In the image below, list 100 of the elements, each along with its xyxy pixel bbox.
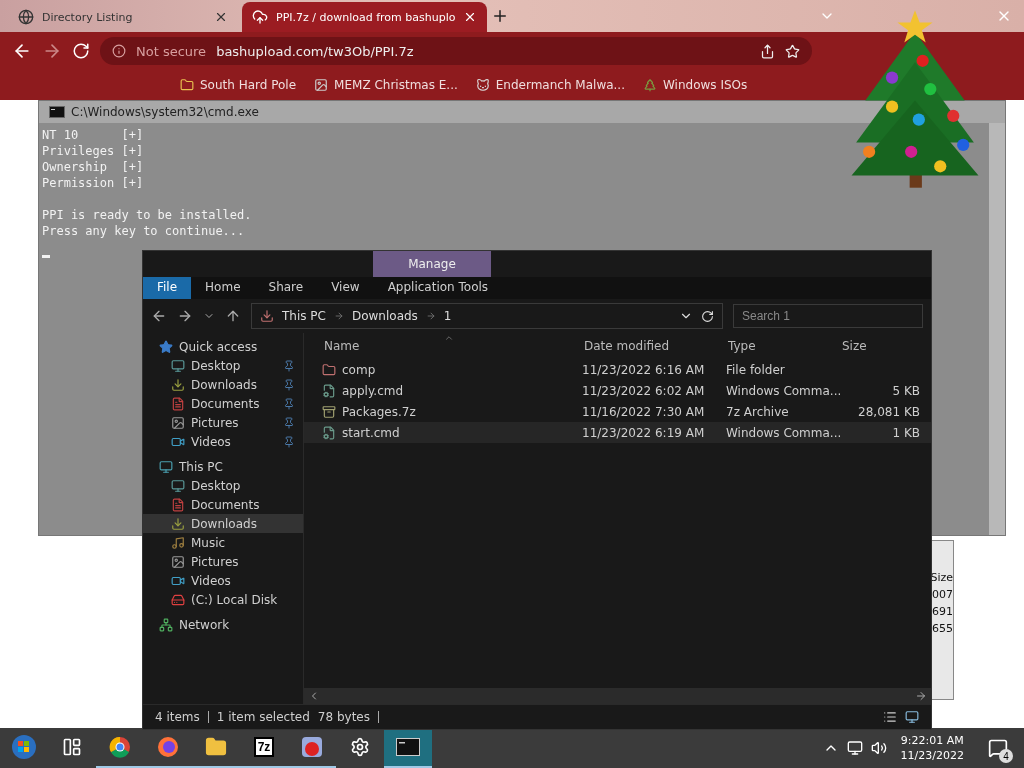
settings-icon — [350, 737, 370, 757]
console-line: Permission [+] — [42, 175, 145, 191]
nav-item[interactable]: Network — [143, 615, 303, 634]
forward-icon[interactable] — [177, 308, 193, 324]
table-cell: Windows Comma... — [726, 425, 840, 440]
gear-file-icon — [322, 425, 336, 440]
network-icon[interactable] — [846, 740, 863, 756]
taskbar-app-button[interactable]: 7z — [240, 728, 288, 768]
table-cell: 007 — [932, 588, 953, 601]
file-row[interactable]: start.cmd 11/23/2022 6:19 AM Windows Comma... 1 KB — [304, 422, 931, 443]
nav-item[interactable]: Downloads — [143, 514, 303, 533]
file-row[interactable]: comp 11/23/2022 6:16 AM File folder — [304, 359, 931, 380]
breadcrumb-item[interactable]: 1 — [443, 309, 452, 323]
address-field[interactable]: This PC Downloads 1 — [251, 303, 723, 329]
close-icon[interactable] — [214, 10, 228, 24]
ribbon-tab[interactable]: Home — [191, 277, 255, 299]
table-cell: Windows Comma... — [726, 383, 840, 398]
column-header[interactable]: Name — [322, 339, 582, 353]
bookmark-link[interactable]: Endermanch Malwa... — [475, 78, 625, 92]
table-cell: start.cmd — [322, 425, 582, 440]
table-cell-text: 28,081 KB — [857, 404, 921, 419]
nav-item[interactable]: Music — [143, 533, 303, 552]
nav-item[interactable]: Quick access — [143, 337, 303, 356]
breadcrumb-item[interactable]: This PC — [282, 309, 326, 323]
share-icon[interactable] — [760, 43, 775, 59]
nav-item[interactable]: This PC — [143, 457, 303, 476]
scroll-bar[interactable] — [989, 123, 1005, 535]
file-row[interactable]: Packages.7z 11/16/2022 7:30 AM 7z Archive 28,081 KB — [304, 401, 931, 422]
table-cell: 691 — [932, 605, 953, 618]
column-header[interactable]: Type — [726, 339, 840, 353]
search-field[interactable]: Search 1 — [733, 304, 923, 328]
nav-item[interactable]: Pictures — [143, 552, 303, 571]
up-icon[interactable] — [225, 308, 241, 324]
bookmark-link[interactable]: Windows ISOs — [643, 78, 748, 92]
nav-item[interactable]: Desktop — [143, 476, 303, 495]
nav-item[interactable]: Documents — [143, 394, 303, 413]
image-icon — [171, 554, 185, 569]
tiles-view-icon[interactable] — [905, 710, 919, 724]
back-icon[interactable] — [151, 308, 167, 324]
clock[interactable]: 9:22:01 AM 11/23/2022 — [894, 733, 970, 763]
console-line: NT 10 [+] — [42, 127, 145, 143]
context-tab[interactable]: Manage — [373, 251, 491, 277]
column-header: Size — [930, 571, 953, 584]
console-line: Privileges [+] — [42, 143, 145, 159]
cloud-upload-icon — [252, 9, 268, 25]
pin-icon — [283, 416, 295, 429]
download-icon — [171, 377, 185, 392]
horizontal-scroll-bar[interactable] — [304, 688, 931, 704]
message-icon — [988, 738, 1008, 758]
windows-logo-icon — [11, 734, 37, 760]
separator-icon — [333, 311, 344, 321]
browser-tab[interactable]: Directory Listing — [8, 2, 238, 32]
bookmark-link[interactable]: MEMZ Christmas E... — [314, 78, 458, 92]
text-cursor — [42, 255, 50, 258]
music-icon — [171, 535, 185, 550]
nav-item[interactable]: Documents — [143, 495, 303, 514]
nav-item[interactable]: (C:) Local Disk — [143, 590, 303, 609]
breadcrumb-item[interactable]: Downloads — [351, 309, 418, 323]
table-cell-text: 1 KB — [891, 425, 921, 440]
table-cell-text: 11/23/2022 6:19 AM — [582, 425, 706, 440]
table-cell-text: 7z Archive — [726, 404, 790, 419]
table-cell: comp — [322, 362, 582, 377]
nav-item[interactable]: Pictures — [143, 413, 303, 432]
table-cell: 655 — [932, 622, 953, 635]
file-row[interactable]: apply.cmd 11/23/2022 6:02 AM Windows Comma... 5 KB — [304, 380, 931, 401]
nav-item[interactable]: Downloads — [143, 375, 303, 394]
image-icon — [314, 78, 329, 92]
refresh-icon[interactable] — [701, 309, 714, 323]
bookmark-star-icon[interactable] — [785, 43, 800, 59]
ribbon-tab[interactable]: View — [317, 277, 374, 299]
ribbon-tab[interactable]: File — [143, 277, 192, 299]
bookmark-link[interactable]: South Hard Pole — [180, 78, 297, 92]
download-icon — [171, 516, 185, 531]
console-line: PPI is ready to be installed. — [42, 207, 253, 223]
address-bar[interactable]: Not secure bashupload.com/tw3Ob/PPI.7z — [100, 37, 812, 65]
ribbon-tab[interactable]: Share — [254, 277, 318, 299]
column-header[interactable]: Size — [840, 339, 926, 353]
globe-icon — [18, 9, 34, 25]
ribbon-tab[interactable]: Application Tools — [373, 277, 503, 299]
info-icon — [112, 44, 126, 58]
pin-icon — [283, 397, 295, 410]
nav-item[interactable]: Desktop — [143, 356, 303, 375]
browser-tab[interactable]: PPI.7z / download from bashuplo — [242, 2, 488, 32]
notifications-button[interactable]: 4 — [978, 730, 1018, 766]
folder-icon — [322, 362, 336, 377]
status-text: 78 bytes — [317, 710, 370, 724]
column-header[interactable]: Date modified — [582, 339, 726, 353]
url-text: bashupload.com/tw3Ob/PPI.7z — [216, 43, 414, 59]
scroll-right-icon[interactable] — [915, 690, 927, 702]
nav-item[interactable]: Videos — [143, 432, 303, 451]
pin-icon — [283, 378, 295, 391]
folder-icon — [205, 736, 227, 758]
details-view-icon[interactable] — [883, 710, 897, 724]
taskbar-app-button[interactable] — [384, 728, 432, 768]
volume-icon[interactable] — [870, 740, 887, 756]
security-label: Not secure — [136, 43, 207, 59]
reload-icon[interactable] — [72, 42, 90, 60]
nav-item[interactable]: Videos — [143, 571, 303, 590]
table-cell-text: 11/23/2022 6:16 AM — [582, 362, 706, 377]
download-icon — [260, 309, 274, 323]
